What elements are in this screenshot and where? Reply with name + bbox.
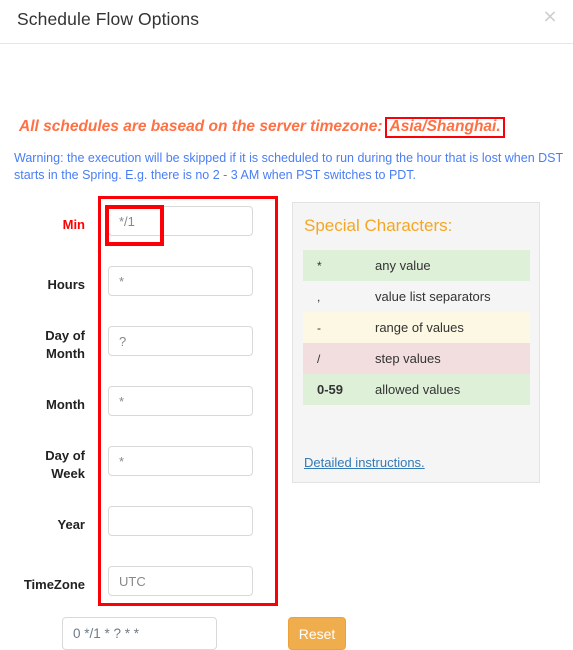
day-of-month-input[interactable] xyxy=(108,326,253,356)
year-input[interactable] xyxy=(108,506,253,536)
form-row-day-of-week: Day of Week xyxy=(0,434,290,494)
page-title: Schedule Flow Options xyxy=(17,9,200,29)
table-row: , value list separators xyxy=(303,281,530,312)
special-characters-title: Special Characters: xyxy=(304,216,453,235)
field-label-day-of-week-line1: Day of xyxy=(45,448,85,463)
timezone-notice-prefix: All schedules are basead on the server t… xyxy=(19,118,383,135)
close-icon[interactable]: × xyxy=(541,8,559,26)
table-row: 0-59 allowed values xyxy=(303,374,530,405)
field-label-day-of-month-line2: Month xyxy=(46,345,85,361)
timezone-notice: All schedules are basead on the server t… xyxy=(19,117,505,139)
special-char-symbol: / xyxy=(303,343,375,374)
special-char-description: step values xyxy=(375,343,530,374)
table-row: / step values xyxy=(303,343,530,374)
month-input[interactable] xyxy=(108,386,253,416)
field-label-day-of-week: Day of Week xyxy=(0,447,85,482)
schedule-flow-options-dialog: Schedule Flow Options × All schedules ar… xyxy=(0,0,573,650)
form-row-min: Min xyxy=(0,194,290,254)
reset-button[interactable]: Reset xyxy=(288,617,346,650)
cron-expression-input[interactable] xyxy=(62,617,217,650)
field-label-day-of-month-line1: Day of xyxy=(45,328,85,343)
form-row-hours: Hours xyxy=(0,254,290,314)
field-label-month: Month xyxy=(46,397,85,412)
special-char-description: any value xyxy=(375,250,530,281)
special-char-description: range of values xyxy=(375,312,530,343)
field-label-day-of-week-line2: Week xyxy=(51,465,85,481)
cron-form: Min Hours Day of Month Month Da xyxy=(0,194,290,614)
special-characters-table: * any value , value list separators - ra… xyxy=(303,250,530,405)
special-char-symbol: , xyxy=(317,289,321,304)
field-label-day-of-month: Day of Month xyxy=(0,327,85,362)
special-char-symbol: * xyxy=(303,250,375,281)
dst-warning-text: Warning: the execution will be skipped i… xyxy=(14,151,563,182)
form-row-month: Month xyxy=(0,374,290,434)
detailed-instructions-link[interactable]: Detailed instructions. xyxy=(304,455,425,470)
special-characters-panel: Special Characters: * any value , value … xyxy=(292,202,540,483)
form-row-timezone: TimeZone xyxy=(0,554,290,614)
dialog-header: Schedule Flow Options × xyxy=(0,0,573,44)
special-char-symbol: 0-59 xyxy=(303,374,375,405)
field-label-min: Min xyxy=(62,217,85,232)
form-row-year: Year xyxy=(0,494,290,554)
timezone-input[interactable] xyxy=(108,566,253,596)
field-label-timezone: TimeZone xyxy=(23,577,85,592)
table-row: - range of values xyxy=(303,312,530,343)
day-of-week-input[interactable] xyxy=(108,446,253,476)
special-char-symbol: - xyxy=(303,312,375,343)
min-input[interactable] xyxy=(108,206,253,236)
field-label-year: Year xyxy=(57,517,85,532)
timezone-value-highlight: Asia/Shanghai. xyxy=(384,117,505,139)
table-row: * any value xyxy=(303,250,530,281)
special-char-description: value list separators xyxy=(375,289,491,304)
field-label-hours: Hours xyxy=(47,277,85,292)
special-char-description: allowed values xyxy=(375,374,530,405)
form-row-day-of-month: Day of Month xyxy=(0,314,290,374)
hours-input[interactable] xyxy=(108,266,253,296)
